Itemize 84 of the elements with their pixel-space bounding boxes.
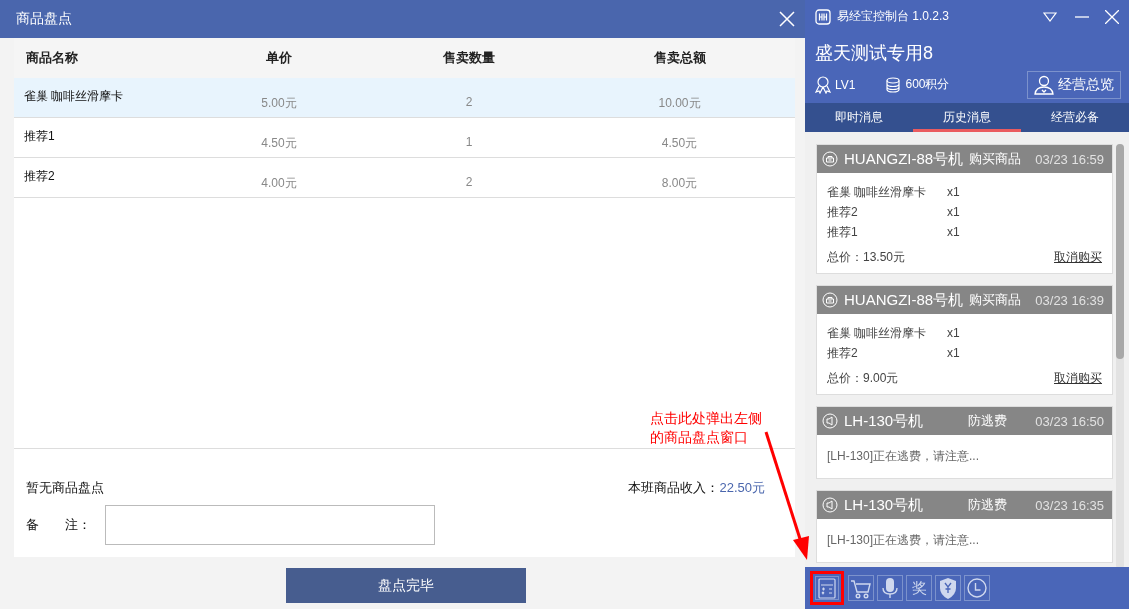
machine-name: LH-130号机: [844, 411, 924, 431]
item-name: 推荐2: [827, 345, 859, 363]
table-cell-text: 推荐2: [23, 168, 56, 185]
machine-name: HUANGZI-88号机: [844, 290, 964, 310]
cancel-link[interactable]: 取消购买: [1054, 368, 1102, 389]
table-cell-text: 4.50元: [660, 135, 699, 152]
toolbar-button[interactable]: [848, 575, 874, 602]
scrollbar[interactable]: [1116, 144, 1124, 568]
basket-icon: [822, 292, 838, 309]
column-header: 单价: [265, 49, 293, 67]
message-time: 03/23 16:59: [1035, 151, 1104, 167]
table-cell-text: 8.00元: [660, 175, 699, 192]
calculator-icon: [816, 577, 838, 600]
alert-text: [LH-130]正在逃费，请注意...: [827, 532, 981, 550]
annotation-text: 点击此处弹出左侧 的商品盘点窗口: [650, 409, 762, 447]
toolbar-button[interactable]: [935, 575, 961, 602]
table-cell-text: 雀巢 咖啡丝滑摩卡: [23, 88, 125, 105]
close-icon[interactable]: [1105, 9, 1119, 24]
table-cell-text: 推荐1: [23, 128, 56, 145]
item-name: 推荐1: [827, 224, 859, 242]
column-header: 售卖总额: [652, 49, 707, 67]
speaker-icon: [822, 497, 838, 514]
app-logo-icon: [815, 8, 831, 25]
user-name: 盛天测试专用8: [814, 41, 934, 65]
table-cell-text: 10.00元: [657, 95, 702, 112]
window-title: 商品盘点: [16, 10, 72, 28]
points-text: 600积分: [905, 76, 950, 94]
toolbar-button[interactable]: [810, 571, 844, 606]
message-time: 03/23 16:35: [1035, 497, 1104, 513]
cart-icon: [850, 577, 872, 600]
app-title: 易经宝控制台 1.0.2.3: [837, 8, 950, 26]
award-button[interactable]: 奖: [906, 575, 932, 602]
message-type: 防逃费: [968, 412, 1008, 431]
shield-yen-icon: [937, 577, 959, 600]
table-cell-text: 2: [464, 94, 474, 111]
income-label: 本班商品收入：: [628, 479, 720, 497]
award-icon: [815, 75, 831, 94]
toolbar-button[interactable]: [964, 575, 990, 602]
item-quantity: x1: [947, 184, 961, 202]
alert-text: [LH-130]正在逃费，请注意...: [827, 448, 981, 466]
item-quantity: x1: [947, 224, 961, 242]
item-name: 雀巢 咖啡丝滑摩卡: [827, 184, 928, 202]
dropdown-icon[interactable]: [1043, 11, 1057, 22]
remark-input[interactable]: [105, 505, 435, 545]
tab[interactable]: 即时消息: [805, 102, 913, 133]
table-cell-text: 5.00元: [260, 95, 298, 112]
close-icon[interactable]: [779, 11, 795, 27]
message-type: 防逃费: [968, 496, 1008, 515]
scrollbar-thumb[interactable]: [1116, 144, 1124, 360]
table-cell-text: 2: [464, 174, 474, 191]
machine-name: HUANGZI-88号机: [844, 149, 964, 169]
cancel-link[interactable]: 取消购买: [1054, 247, 1102, 268]
table-cell-text: 4.00元: [260, 175, 298, 192]
overview-button[interactable]: 经营总览: [1027, 70, 1121, 99]
message-time: 03/23 16:50: [1035, 413, 1104, 429]
microphone-icon: [879, 577, 901, 600]
item-name: 推荐2: [827, 204, 859, 222]
table-cell-text: 4.50元: [260, 135, 298, 152]
toolbar-button[interactable]: [877, 575, 903, 602]
table-row[interactable]: 雀巢 咖啡丝滑摩卡 5.00元 2 10.00元: [14, 78, 795, 118]
total-price: 总价：13.50元: [827, 249, 906, 267]
column-header: 售卖数量: [442, 49, 496, 67]
message-type: 购买商品: [969, 150, 1022, 169]
person-icon: [1034, 74, 1054, 95]
status-text: 暂无商品盘点: [26, 479, 104, 497]
income-value: 22.50元: [719, 479, 765, 497]
column-header: 商品名称: [25, 49, 79, 67]
basket-icon: [822, 151, 838, 168]
level-text: LV1: [835, 77, 856, 92]
tab[interactable]: 经营必备: [1021, 102, 1129, 133]
total-price: 总价：9.00元: [827, 370, 899, 388]
message-time: 03/23 16:39: [1035, 292, 1104, 308]
remark-label: 备 注：: [26, 516, 91, 534]
clock-icon: [966, 577, 988, 600]
item-name: 雀巢 咖啡丝滑摩卡: [827, 325, 928, 343]
item-quantity: x1: [947, 345, 961, 363]
machine-name: LH-130号机: [844, 495, 924, 515]
item-quantity: x1: [947, 204, 961, 222]
item-quantity: x1: [947, 325, 961, 343]
table-cell-text: 1: [464, 134, 474, 151]
finish-button[interactable]: 盘点完毕: [285, 568, 526, 603]
speaker-icon: [822, 413, 838, 430]
coins-icon: [885, 76, 902, 93]
message-type: 购买商品: [969, 291, 1022, 310]
